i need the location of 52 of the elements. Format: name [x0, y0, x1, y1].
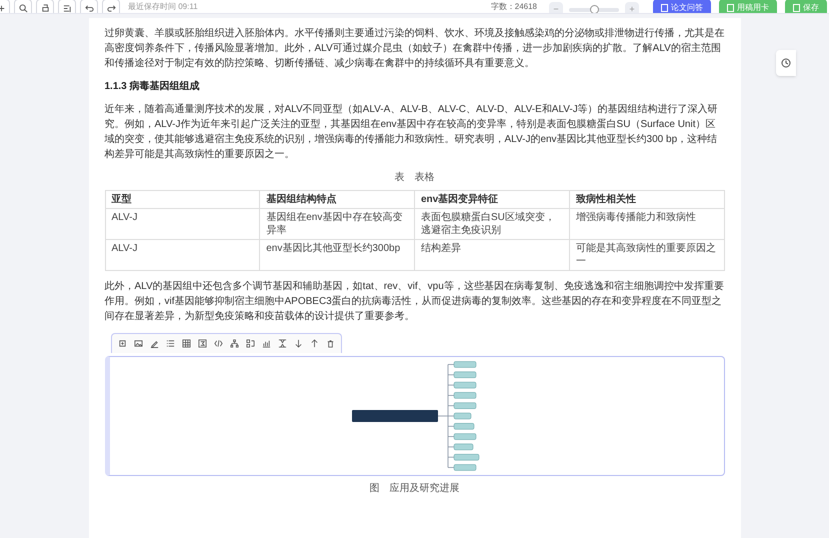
zoom-out-button[interactable]: −	[549, 2, 563, 13]
redo-icon	[106, 4, 116, 12]
undo-icon	[84, 4, 94, 12]
code-icon	[214, 339, 222, 348]
delete-icon	[326, 339, 334, 348]
table-cell: 可能是其高致病性的重要原因之一	[569, 240, 724, 270]
search-icon	[18, 4, 28, 12]
toolbar-button[interactable]: 论文问答	[653, 0, 711, 13]
toolbar-button[interactable]: 保存	[785, 0, 827, 13]
list-icon	[166, 339, 174, 348]
table-cell: 基因组在env基因中存在较高变异率	[260, 208, 414, 240]
table-cell: ALV-J	[105, 208, 260, 240]
search-button[interactable]	[14, 0, 32, 13]
tree-icon	[230, 339, 238, 348]
table-cell: 结构差异	[414, 240, 570, 270]
redo-button[interactable]	[102, 0, 120, 13]
arrow-down-icon	[294, 339, 302, 348]
column-header: env基因变异特征	[414, 190, 570, 208]
toolbar-button[interactable]: 用稿用卡	[719, 0, 777, 13]
column-header: 亚型	[105, 190, 260, 208]
print-icon	[40, 4, 50, 12]
undo-button[interactable]	[80, 0, 98, 13]
zoom-slider-thumb[interactable]	[590, 5, 599, 13]
formula-icon	[198, 339, 206, 348]
history-icon	[781, 58, 791, 68]
paragraph: 过卵黄囊、羊膜或胚胎组织进入胚胎体内。水平传播则主要通过污染的饲料、饮水、环境及接触感染鸡的分泌物或排泄物进行传播，尤其是在高密度饲养条件下，传播风险显著增加。此外，ALV可通过媒介昆虫（如蚊子）在禽群中传播，进一步加剧疾病的扩散。了解ALV的宿主范围和传播途径对于制定有效的防控策略、切断传播链、减少病毒在禽群中的持续循环具有重要意义。	[104, 26, 724, 71]
arrow-up-icon	[310, 339, 318, 348]
table-icon	[182, 339, 190, 348]
section-heading: 1.1.3 病毒基因组组成	[104, 80, 201, 94]
table-cell: env基因比其他亚型长约300bp	[260, 240, 414, 270]
zoom-in-button[interactable]: +	[625, 2, 639, 13]
layout-icon	[246, 339, 254, 348]
table-cell: 表面包膜糖蛋白SU区域突变，逃避宿主免疫识别	[414, 208, 570, 240]
history-button[interactable]	[776, 50, 796, 76]
add-icon	[118, 339, 126, 348]
table-cell: ALV-J	[105, 240, 260, 270]
fit-icon	[278, 339, 286, 348]
caption: 表 表格	[394, 170, 434, 185]
sort-icon	[62, 4, 72, 12]
column-header: 基因组结构特点	[260, 190, 414, 208]
word-count: 字数：24618	[490, 1, 537, 13]
chart-icon	[262, 339, 270, 348]
paragraph: 此外，ALV的基因组中还包含多个调节基因和辅助基因，如tat、rev、vif、vpu等，这些基因在病毒复制、免疫逃逸和宿主细胞调控中发挥重要作用。例如，vif基因能够抑制宿主细胞中APOBEC3蛋白的抗病毒活性，从而促进病毒的复制效率。这些基因的存在和变异程度在不同亚型之间存在显著差异，为新型免疫策略和疫苗载体的设计提供了重要参考。	[104, 280, 724, 324]
sort-button[interactable]	[58, 0, 76, 13]
table-cell: 增强病毒传播能力和致病性	[569, 208, 724, 240]
pen-icon	[150, 339, 158, 348]
print-button[interactable]	[36, 0, 54, 13]
paragraph: 近年来，随着高通量测序技术的发展，对ALV不同亚型（如ALV-A、ALV-B、ALV-C、ALV-D、ALV-E和ALV-J等）的基因组结构进行了深入研究。例如，ALV-J作为近年来引起广泛关注的亚型，其基因组在env基因中存在较高的变异率，特别是表面包膜糖蛋白SU（Surface Unit）区域的突变，使其能够逃避宿主免疫系统的识别，增强病毒的传播能力和致病性。研究表明，ALV-J的env基因比其他亚型长约300 bp，这种结构差异可能是其高致病性的重要原因之一。	[104, 102, 719, 162]
save-time: 最近保存时间 09:11	[128, 1, 198, 13]
caption: 图 应用及研究进展	[370, 482, 460, 496]
column-header: 致病性相关性	[569, 190, 724, 208]
image-icon	[134, 339, 142, 348]
